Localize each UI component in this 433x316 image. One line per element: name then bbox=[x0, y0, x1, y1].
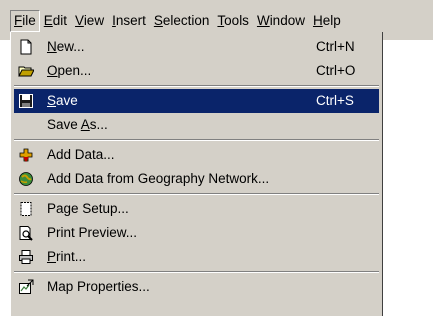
page-setup-icon bbox=[18, 201, 34, 217]
menu-item-add-data-geography-network[interactable]: Add Data from Geography Network... bbox=[14, 167, 379, 191]
menu-separator bbox=[14, 85, 379, 87]
menu-item-label: Add Data... bbox=[47, 147, 115, 162]
menu-selection[interactable]: Selection bbox=[150, 10, 214, 32]
menu-item-shortcut: Ctrl+O bbox=[316, 63, 356, 78]
menu-item-print[interactable]: Print... bbox=[14, 245, 379, 269]
printer-icon bbox=[18, 249, 34, 265]
print-preview-icon bbox=[18, 225, 34, 241]
add-data-icon bbox=[18, 147, 34, 163]
menu-separator bbox=[14, 193, 379, 195]
new-document-icon bbox=[18, 39, 34, 55]
menu-item-label: Print Preview... bbox=[47, 225, 138, 240]
menu-item-shortcut: Ctrl+N bbox=[316, 39, 355, 54]
menu-item-print-preview[interactable]: Print Preview... bbox=[14, 221, 379, 245]
menu-view[interactable]: View bbox=[71, 10, 108, 32]
menu-item-page-setup[interactable]: Page Setup... bbox=[14, 197, 379, 221]
menu-item-map-properties[interactable]: Map Properties... bbox=[14, 275, 379, 299]
menu-item-label: Add Data from Geography Network... bbox=[47, 171, 270, 186]
geography-network-icon bbox=[18, 171, 34, 187]
save-disk-icon bbox=[18, 93, 34, 109]
menu-item-new[interactable]: New... Ctrl+N bbox=[14, 35, 379, 59]
file-menu-dropdown: New... Ctrl+N Open... Ctrl+O Save Ctrl+S… bbox=[10, 32, 383, 316]
map-properties-icon bbox=[18, 279, 34, 295]
menu-item-label: New... bbox=[47, 39, 85, 54]
open-folder-icon bbox=[18, 63, 34, 79]
menu-item-add-data[interactable]: Add Data... bbox=[14, 143, 379, 167]
menu-item-label: Save bbox=[47, 93, 78, 108]
menu-item-label: Page Setup... bbox=[47, 201, 129, 216]
menu-tools[interactable]: Tools bbox=[213, 10, 253, 32]
menu-separator bbox=[14, 271, 379, 273]
menu-item-label: Open... bbox=[47, 63, 92, 78]
menu-item-open[interactable]: Open... Ctrl+O bbox=[14, 59, 379, 83]
menu-help[interactable]: Help bbox=[309, 10, 345, 32]
menu-item-save-as[interactable]: Save As... bbox=[14, 113, 379, 137]
menu-window[interactable]: Window bbox=[253, 10, 309, 32]
menu-file[interactable]: File bbox=[10, 10, 40, 32]
menu-item-save[interactable]: Save Ctrl+S bbox=[14, 89, 379, 113]
menu-item-label: Print... bbox=[47, 249, 87, 264]
menu-edit[interactable]: Edit bbox=[40, 10, 71, 32]
menu-item-label: Map Properties... bbox=[47, 279, 150, 294]
menu-bar-items: File Edit View Insert Selection Tools Wi… bbox=[10, 10, 345, 32]
menu-item-shortcut: Ctrl+S bbox=[316, 93, 354, 108]
menu-item-label: Save As... bbox=[47, 117, 108, 132]
menu-separator bbox=[14, 139, 379, 141]
menu-insert[interactable]: Insert bbox=[108, 10, 150, 32]
